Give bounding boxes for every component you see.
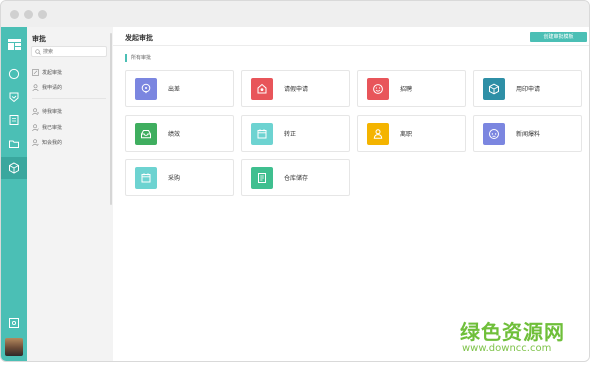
sidebar-item-label: 我已审批 xyxy=(42,124,63,131)
section-label: 所有审批 xyxy=(125,54,151,62)
avatar[interactable] xyxy=(5,338,23,356)
location-pin-icon xyxy=(135,78,157,100)
approval-card-performance[interactable]: 绩效 xyxy=(125,115,234,152)
card-label: 采购 xyxy=(168,175,181,182)
sidebar-divider xyxy=(32,98,106,99)
card-label: 用印申请 xyxy=(516,86,541,93)
app-window: 审批 发起审批 我申请的 待我审批 我已审批 知会我的 xyxy=(0,0,590,362)
window-close-dot[interactable] xyxy=(10,10,19,19)
sidebar-item-label: 我申请的 xyxy=(42,84,63,91)
calendar-icon xyxy=(251,123,273,145)
card-label: 绩效 xyxy=(168,131,181,138)
sidebar: 审批 发起审批 我申请的 待我审批 我已审批 知会我的 xyxy=(27,27,112,361)
calendar-icon xyxy=(135,167,157,189)
user-done-icon xyxy=(32,123,39,131)
main-panel: 发起审批 创建审批模板 所有审批 出差 请假申请 招聘 用印申请 绩效 转正 离… xyxy=(113,27,589,361)
card-label: 请假申请 xyxy=(284,86,309,93)
leave-icon xyxy=(251,78,273,100)
shield-icon[interactable] xyxy=(7,90,21,104)
approval-card-business-trip[interactable]: 出差 xyxy=(125,70,234,107)
card-label: 招聘 xyxy=(400,86,413,93)
sidebar-scrollbar[interactable] xyxy=(110,33,112,205)
sidebar-item-notified[interactable]: 知会我的 xyxy=(32,137,62,147)
smiley-icon xyxy=(367,78,389,100)
create-template-button[interactable]: 创建审批模板 xyxy=(530,32,587,42)
inbox-icon xyxy=(135,123,157,145)
card-label: 出差 xyxy=(168,86,181,93)
sidebar-item-my-requests[interactable]: 我申请的 xyxy=(32,82,62,92)
window-zoom-dot[interactable] xyxy=(38,10,47,19)
approval-card-leave[interactable]: 请假申请 xyxy=(241,70,350,107)
approval-card-warehouse[interactable]: 仓库储存 xyxy=(241,159,350,196)
document-icon xyxy=(251,167,273,189)
user-icon xyxy=(32,83,39,91)
watermark-url: www.downcc.com xyxy=(462,343,552,354)
titlebar xyxy=(1,1,589,27)
user-notify-icon xyxy=(32,138,39,146)
sidebar-title: 审批 xyxy=(32,35,46,43)
settings-box-icon[interactable] xyxy=(7,316,21,330)
sidebar-item-label: 知会我的 xyxy=(42,139,63,146)
window-minimize-dot[interactable] xyxy=(24,10,33,19)
sidebar-item-label: 待我审批 xyxy=(42,108,63,115)
approval-card-probation[interactable]: 转正 xyxy=(241,115,350,152)
search-icon xyxy=(35,49,41,57)
search-input[interactable] xyxy=(43,47,105,56)
page-title: 发起审批 xyxy=(125,34,153,42)
sidebar-item-label: 发起审批 xyxy=(42,69,63,76)
card-label: 新闻爆料 xyxy=(516,131,541,138)
card-label: 离职 xyxy=(400,131,413,138)
approval-card-news-tip[interactable]: 新闻爆料 xyxy=(473,115,582,152)
approval-card-seal[interactable]: 用印申请 xyxy=(473,70,582,107)
cube-stamp-icon xyxy=(483,78,505,100)
watermark: 绿色资源网 www.downcc.com xyxy=(460,316,565,354)
folder-icon[interactable] xyxy=(7,137,21,151)
notes-icon[interactable] xyxy=(7,113,21,127)
sidebar-item-approved[interactable]: 我已审批 xyxy=(32,122,62,132)
approval-card-recruitment[interactable]: 招聘 xyxy=(357,70,466,107)
nav-rail xyxy=(1,27,27,361)
grid-icon[interactable] xyxy=(7,37,21,51)
gamepad-icon xyxy=(483,123,505,145)
header-divider xyxy=(113,45,589,46)
user-pending-icon xyxy=(32,107,39,115)
sidebar-item-initiate[interactable]: 发起审批 xyxy=(32,67,62,77)
person-leave-icon xyxy=(367,123,389,145)
cube-icon[interactable] xyxy=(1,157,27,179)
sidebar-item-pending[interactable]: 待我审批 xyxy=(32,106,62,116)
watermark-text: 绿色资源网 xyxy=(460,320,565,344)
doc-edit-icon xyxy=(32,68,39,76)
search-box[interactable] xyxy=(31,46,107,57)
approval-card-resignation[interactable]: 离职 xyxy=(357,115,466,152)
card-label: 转正 xyxy=(284,131,297,138)
approval-card-purchase[interactable]: 采购 xyxy=(125,159,234,196)
card-label: 仓库储存 xyxy=(284,175,309,182)
chat-bubble-icon[interactable] xyxy=(7,67,21,81)
